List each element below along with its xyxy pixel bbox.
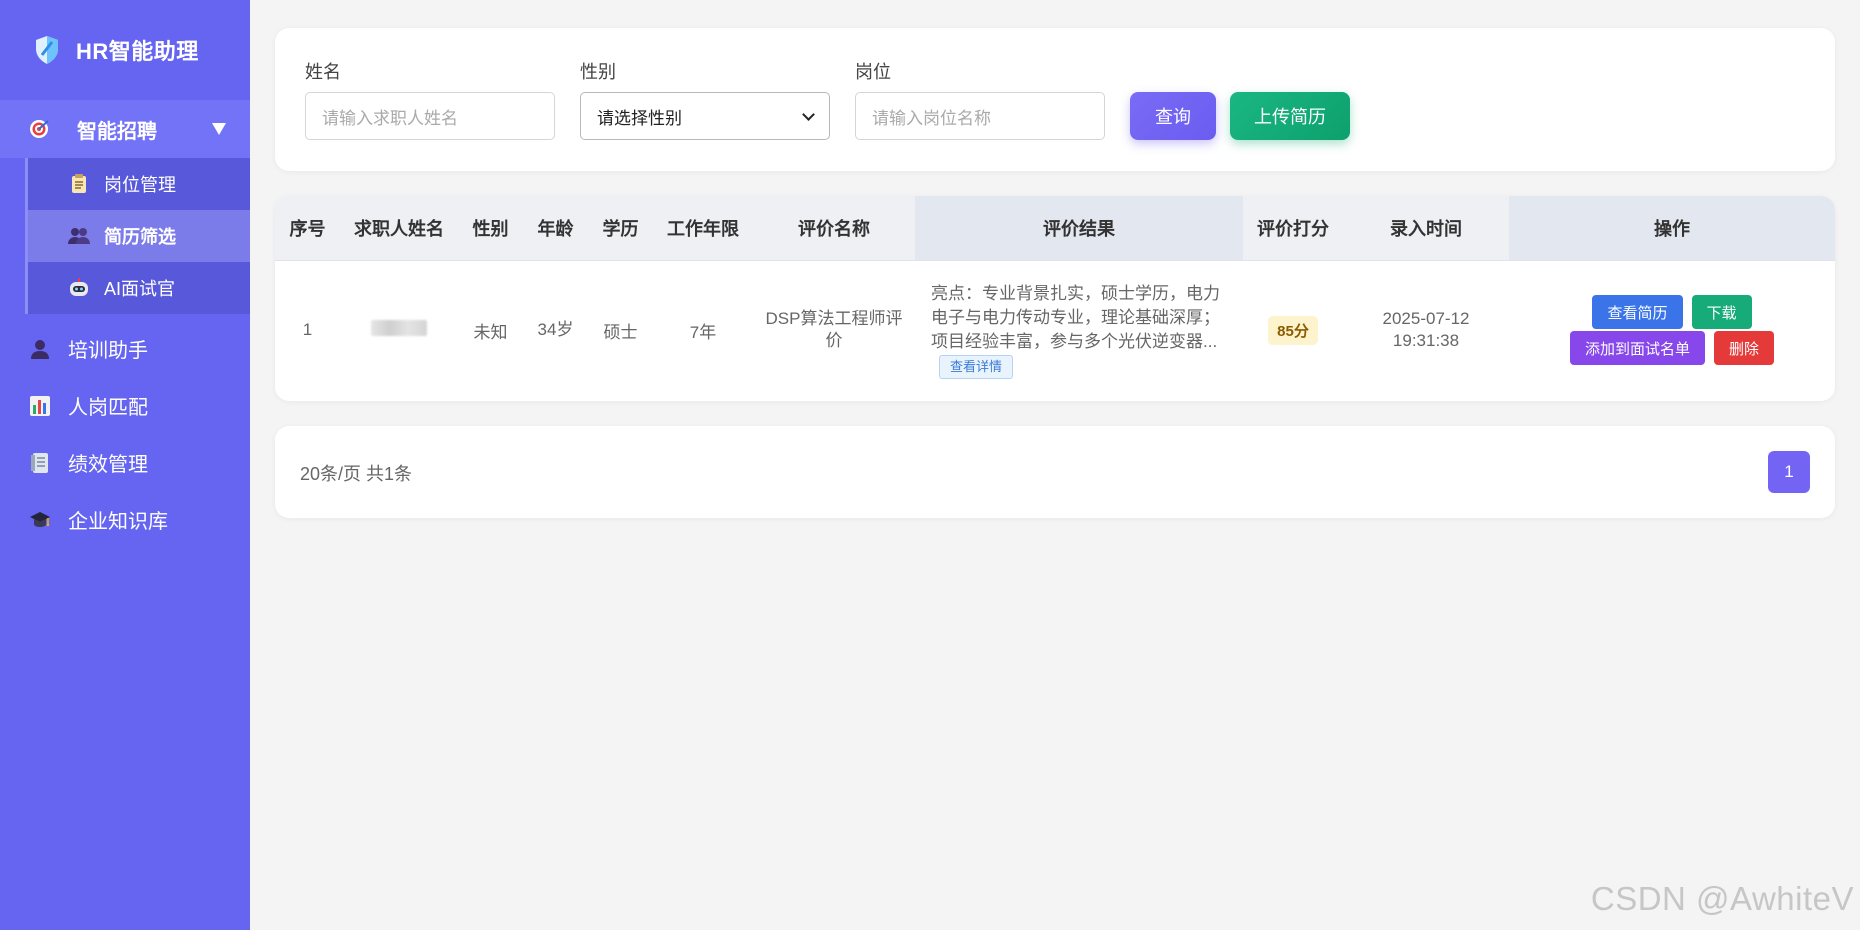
bar-chart-icon bbox=[28, 394, 52, 418]
col-header-score: 评价打分 bbox=[1243, 196, 1343, 261]
col-header-years: 工作年限 bbox=[653, 196, 753, 261]
pagination-panel: 20条/页 共1条 1 bbox=[275, 426, 1835, 518]
name-field: 姓名 请输入求职人姓名 bbox=[305, 58, 555, 140]
name-input[interactable]: 请输入求职人姓名 bbox=[305, 92, 555, 140]
col-header-age: 年龄 bbox=[523, 196, 588, 261]
page-button-1[interactable]: 1 bbox=[1768, 451, 1810, 493]
position-field: 岗位 请输入岗位名称 bbox=[855, 58, 1105, 140]
action-group: 查看简历 下载 添加到面试名单 删除 bbox=[1509, 295, 1835, 366]
target-icon bbox=[30, 120, 49, 138]
ledger-icon bbox=[28, 451, 52, 475]
caret-down-icon[interactable] bbox=[212, 123, 226, 135]
col-header-date: 录入时间 bbox=[1343, 196, 1509, 261]
action-row: 添加到面试名单 删除 bbox=[1569, 331, 1775, 366]
sidebar-item-label: AI面试官 bbox=[104, 279, 176, 299]
cell-years: 7年 bbox=[689, 322, 717, 342]
graduation-cap-icon bbox=[28, 508, 52, 532]
sidebar-item-ai-interviewer[interactable]: AI面试官 bbox=[28, 262, 250, 314]
cell-eval-result: 亮点：专业背景扎实，硕士学历，电力电子与电力传动专业，理论基础深厚；项目经验丰富… bbox=[915, 260, 1243, 400]
gender-field: 性别 请选择性别 bbox=[580, 58, 830, 140]
cell-age: 34岁 bbox=[537, 320, 574, 340]
time-text: 19:31:38 bbox=[1392, 331, 1460, 351]
col-header-eval-name: 评价名称 bbox=[753, 196, 915, 261]
col-header-index: 序号 bbox=[275, 196, 340, 261]
sidebar-item-label: 人岗匹配 bbox=[68, 397, 148, 419]
view-resume-button[interactable]: 查看简历 bbox=[1592, 295, 1683, 330]
watermark: CSDN @AwhiteV bbox=[1590, 880, 1854, 917]
name-label: 姓名 bbox=[305, 62, 341, 82]
sidebar-item-label: 企业知识库 bbox=[68, 511, 168, 533]
sidebar-item-job-match[interactable]: 人岗匹配 bbox=[0, 377, 250, 434]
col-header-name: 求职人姓名 bbox=[340, 196, 458, 261]
download-button[interactable]: 下载 bbox=[1691, 295, 1752, 330]
recruit-submenu: 岗位管理 简历筛选 AI面试官 bbox=[25, 158, 250, 314]
shield-logo-icon bbox=[36, 36, 58, 64]
clipboard-icon bbox=[68, 173, 90, 195]
col-header-actions: 操作 bbox=[1509, 196, 1835, 261]
chevron-down-icon bbox=[802, 107, 815, 121]
view-detail-button[interactable]: 查看详情 bbox=[939, 354, 1014, 379]
resume-table-panel: 序号 求职人姓名 性别 年龄 学历 工作年限 评价名称 评价结果 评价打分 录入… bbox=[275, 196, 1835, 401]
gender-select-value: 请选择性别 bbox=[597, 108, 682, 128]
position-input[interactable]: 请输入岗位名称 bbox=[855, 92, 1105, 140]
menu-smart-recruit-label: 智能招聘 bbox=[77, 120, 157, 143]
app-title: HR智能助理 bbox=[76, 39, 199, 64]
eval-result-summary: 亮点：专业背景扎实，硕士学历，电力电子与电力传动专业，理论基础深厚；项目经验丰富… bbox=[931, 283, 1220, 351]
resume-table: 序号 求职人姓名 性别 年龄 学历 工作年限 评价名称 评价结果 评价打分 录入… bbox=[275, 196, 1835, 400]
position-label: 岗位 bbox=[855, 62, 891, 82]
col-header-gender: 性别 bbox=[458, 196, 523, 261]
sidebar-item-label: 培训助手 bbox=[68, 340, 148, 362]
blurred-name bbox=[371, 319, 427, 336]
gender-select[interactable]: 请选择性别 bbox=[580, 92, 830, 140]
action-row: 查看简历 下载 bbox=[1592, 295, 1752, 330]
sidebar-item-label: 绩效管理 bbox=[68, 454, 148, 476]
robot-icon bbox=[68, 277, 90, 299]
users-icon bbox=[68, 225, 90, 247]
sidebar-item-position-management[interactable]: 岗位管理 bbox=[28, 158, 250, 210]
pagination-summary: 20条/页 共1条 bbox=[300, 464, 413, 484]
cell-name bbox=[340, 260, 458, 400]
sidebar-item-label: 简历筛选 bbox=[104, 227, 176, 247]
search-panel: 姓名 请输入求职人姓名 性别 请选择性别 岗位 请输入岗位名称 查询 上传简历 bbox=[275, 28, 1835, 171]
sidebar-item-resume-screening[interactable]: 简历筛选 bbox=[28, 210, 250, 262]
gender-label: 性别 bbox=[580, 62, 616, 82]
sidebar-item-knowledge-base[interactable]: 企业知识库 bbox=[0, 491, 250, 548]
cell-index: 1 bbox=[302, 320, 313, 340]
sidebar-item-label: 岗位管理 bbox=[104, 175, 176, 195]
eval-result-text: 亮点：专业背景扎实，硕士学历，电力电子与电力传动专业，理论基础深厚；项目经验丰富… bbox=[915, 282, 1243, 379]
add-to-interview-button[interactable]: 添加到面试名单 bbox=[1569, 331, 1705, 366]
person-icon bbox=[28, 337, 52, 361]
table-header-row: 序号 求职人姓名 性别 年龄 学历 工作年限 评价名称 评价结果 评价打分 录入… bbox=[275, 196, 1835, 261]
cell-gender: 未知 bbox=[473, 322, 508, 342]
delete-button[interactable]: 删除 bbox=[1714, 331, 1775, 366]
sidebar-item-performance[interactable]: 绩效管理 bbox=[0, 434, 250, 491]
sidebar-item-training[interactable]: 培训助手 bbox=[0, 320, 250, 377]
date-text: 2025-07-12 bbox=[1382, 309, 1470, 329]
cell-date: 2025-07-12 19:31:38 bbox=[1343, 260, 1509, 400]
menu-smart-recruit[interactable]: 智能招聘 bbox=[0, 100, 250, 158]
table-row: 1 未知 34岁 硕士 7年 DSP算法工程师评价 亮点：专业背景扎实，硕士学历… bbox=[275, 260, 1835, 400]
upload-resume-button[interactable]: 上传简历 bbox=[1230, 92, 1350, 140]
col-header-education: 学历 bbox=[588, 196, 653, 261]
cell-score: 85分 bbox=[1243, 260, 1343, 400]
query-button[interactable]: 查询 bbox=[1130, 92, 1216, 140]
cell-actions: 查看简历 下载 添加到面试名单 删除 bbox=[1509, 260, 1835, 400]
cell-education: 硕士 bbox=[603, 322, 638, 342]
cell-eval-name: DSP算法工程师评价 bbox=[765, 309, 903, 351]
sidebar: HR智能助理 智能招聘 岗位管理 简历筛选 AI面试官 培训助手 人岗匹配 绩效… bbox=[0, 0, 250, 930]
brand[interactable]: HR智能助理 bbox=[0, 0, 250, 100]
col-header-eval-result: 评价结果 bbox=[915, 196, 1243, 261]
score-badge: 85分 bbox=[1268, 315, 1318, 345]
